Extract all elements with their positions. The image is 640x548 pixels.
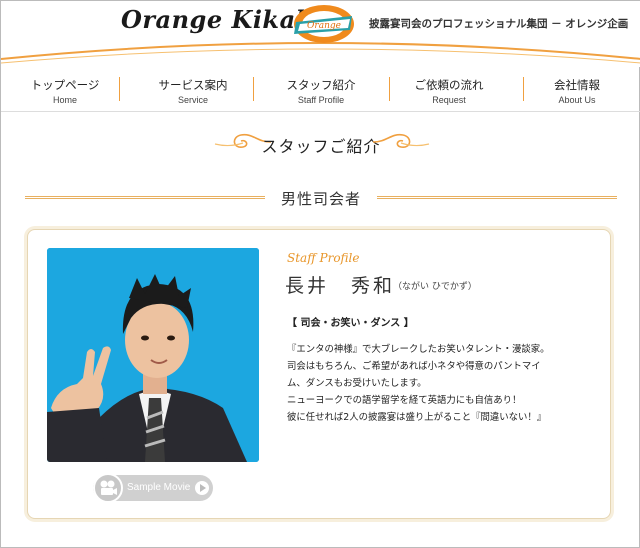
nav-divider [523, 77, 524, 101]
nav-item-request[interactable]: ご依頼の流れ Request [385, 75, 513, 111]
nav-divider [253, 77, 254, 101]
nav-divider [119, 77, 120, 101]
film-camera-icon [93, 473, 123, 503]
nav-item-about-us[interactable]: 会社情報 About Us [513, 75, 640, 111]
staff-name-reading: （ながい ひでかず） [393, 282, 477, 292]
nav-item-staff-profile[interactable]: スタッフ紹介 Staff Profile [257, 75, 385, 111]
bio-line: 司会はもちろん、ご希望があれば小ネタや得意のパントマイ [287, 361, 541, 372]
staff-photo [47, 248, 259, 462]
nav-item-sublabel: Staff Profile [297, 95, 345, 105]
sample-movie-label: Sample Movie [127, 482, 191, 493]
staff-profile-label: Staff Profile [287, 251, 360, 265]
staff-photo-illustration [47, 248, 259, 462]
bio-line: ニューヨークでの語学留学を経て英語力にも自信あり！ [287, 395, 522, 406]
staff-name: 長井 秀和 [285, 275, 396, 297]
main-nav: トップページ Home サービス案内 Service スタッフ紹介 Staff … [1, 75, 640, 111]
nav-item-label: 会社情報 [554, 78, 600, 92]
nav-item-service[interactable]: サービス案内 Service [129, 75, 257, 111]
nav-item-label: ご依頼の流れ [414, 78, 484, 92]
nav-item-sublabel: Request [432, 95, 466, 105]
staff-bio: 『エンタの神様』で大ブレークしたお笑いタレント・漫談家。 司会はもちろん、ご希望… [287, 341, 587, 426]
logo-text: Orange [307, 21, 341, 31]
nav-item-sublabel: Home [52, 95, 77, 105]
bio-line: ム、ダンスもお受けいたします。 [287, 378, 427, 389]
nav-underline [1, 111, 640, 112]
sample-movie-button[interactable]: Sample Movie [93, 473, 213, 503]
nav-item-label: サービス案内 [158, 78, 228, 92]
orange-logo-icon[interactable]: Orange [280, 2, 362, 46]
nav-divider [389, 77, 390, 101]
section-rule-right [377, 196, 617, 199]
page-title: スタッフご紹介 [261, 137, 381, 156]
nav-item-label: スタッフ紹介 [286, 78, 356, 92]
play-icon [195, 481, 209, 495]
tagline: 披露宴司会のプロフェッショナル集団 － オレンジ企画 [369, 18, 629, 30]
nav-item-sublabel: About Us [558, 95, 596, 105]
nav-item-label: トップページ [30, 78, 100, 92]
nav-item-home[interactable]: トップページ Home [1, 75, 129, 111]
staff-specialty: 【 司会・お笑い・ダンス 】 [287, 318, 414, 329]
nav-item-sublabel: Service [177, 95, 208, 105]
bio-line: 『エンタの神様』で大ブレークしたお笑いタレント・漫談家。 [287, 344, 550, 355]
site-header: Orange Kikaku Orange 披露宴司会のプロフェッショナル集団 －… [1, 1, 640, 67]
right-flourish-icon [372, 133, 430, 148]
bio-line: 彼に任せれば2人の披露宴は盛り上がること『間違いない！』 [287, 412, 547, 423]
